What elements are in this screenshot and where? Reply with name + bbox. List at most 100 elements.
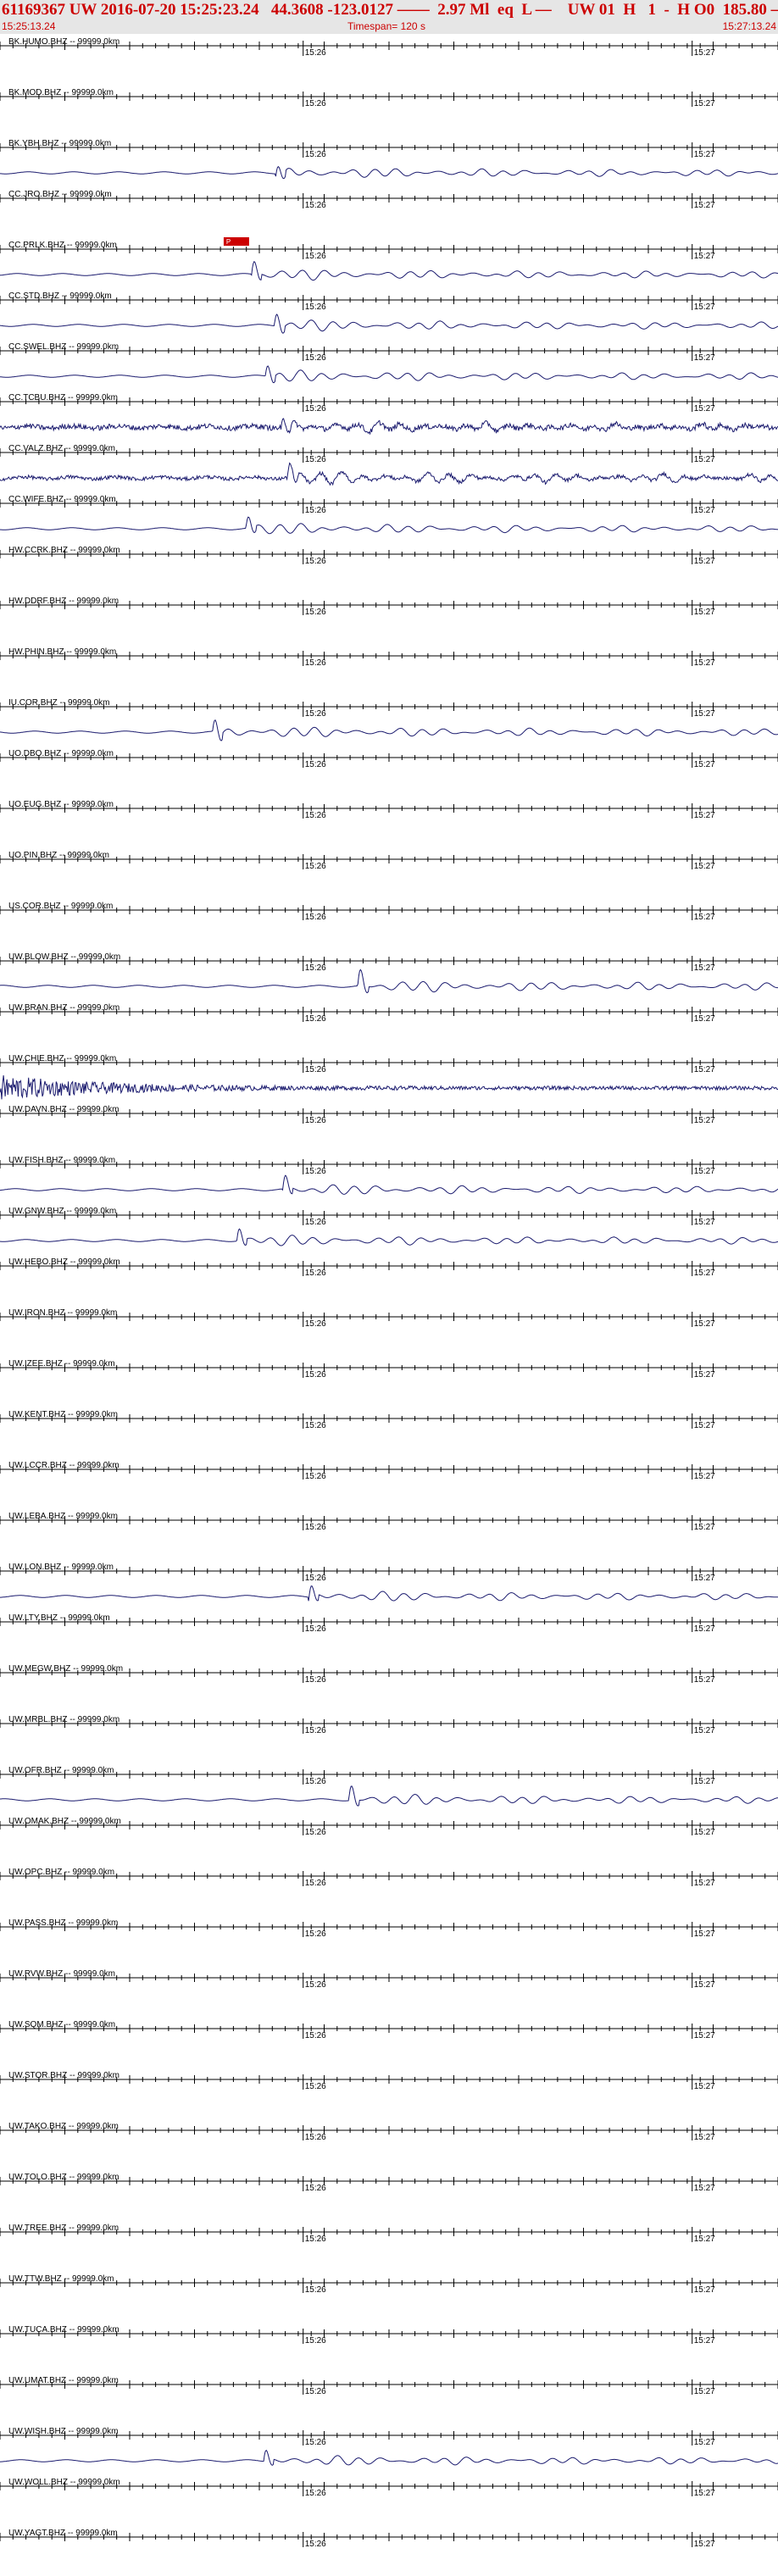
- minute-label: 15:26: [305, 963, 326, 973]
- waveform-trace: [0, 1785, 778, 1807]
- station-label: UW.TOLO.BHZ -- 99999.0km: [8, 2173, 119, 2182]
- minute-label: 15:27: [694, 1777, 715, 1786]
- minute-label: 15:26: [305, 404, 326, 414]
- station-label: UW.IZEE.BHZ -- 99999.0km: [8, 1359, 115, 1368]
- waveform-trace: [0, 1228, 778, 1246]
- minute-label: 15:27: [694, 2031, 715, 2040]
- minute-label: 15:27: [694, 1014, 715, 1024]
- station-label: UW.TAKO.BHZ -- 99999.0km: [8, 2122, 119, 2131]
- minute-label: 15:26: [305, 303, 326, 312]
- minute-label: 15:26: [305, 1167, 326, 1176]
- station-label: UW.LCCR.BHZ -- 99999.0km: [8, 1461, 119, 1470]
- minute-label: 15:26: [305, 1421, 326, 1430]
- start-time-label: 15:25:13.24: [2, 20, 56, 32]
- minute-label: 15:26: [305, 760, 326, 769]
- minute-label: 15:27: [694, 455, 715, 464]
- station-label: UW.KENT.BHZ -- 99999.0km: [8, 1410, 118, 1419]
- minute-label: 15:27: [694, 48, 715, 58]
- station-label: UW.CHIE.BHZ -- 99999.0km: [8, 1054, 116, 1063]
- minute-label: 15:26: [305, 2336, 326, 2346]
- minute-label: 15:27: [694, 760, 715, 769]
- minute-label: 15:26: [305, 1116, 326, 1125]
- minute-label: 15:26: [305, 1929, 326, 1939]
- station-label: UW.MRBL.BHZ -- 99999.0km: [8, 1715, 119, 1724]
- minute-label: 15:26: [305, 1980, 326, 1990]
- minute-label: 15:26: [305, 1319, 326, 1329]
- station-label: HW.DDRF.BHZ -- 99999.0km: [8, 597, 119, 606]
- station-label: UW.RVW.BHZ -- 99999.0km: [8, 1969, 115, 1979]
- minute-label: 15:27: [694, 2133, 715, 2142]
- station-label: UW.LEBA.BHZ -- 99999.0km: [8, 1512, 118, 1521]
- minute-label: 15:27: [694, 1624, 715, 1634]
- minute-label: 15:27: [694, 201, 715, 210]
- minute-label: 15:26: [305, 1675, 326, 1685]
- station-label: BK.HUMO.BHZ -- 99999.0km: [8, 37, 119, 47]
- waveform-trace: [0, 260, 778, 281]
- station-label: UO.PIN.BHZ -- 99999.0km: [8, 851, 109, 860]
- station-label: UW.YAGT.BHZ -- 99999.0km: [8, 2529, 118, 2538]
- minute-label: 15:27: [694, 1879, 715, 1888]
- minute-label: 15:27: [694, 303, 715, 312]
- minute-label: 15:26: [305, 2540, 326, 2549]
- minute-label: 15:26: [305, 1269, 326, 1278]
- waveform-trace: [0, 2449, 778, 2466]
- minute-label: 15:26: [305, 1828, 326, 1837]
- waveform-trace: [0, 969, 778, 994]
- station-label: UW.SQM.BHZ -- 99999.0km: [8, 2020, 115, 2029]
- waveform-trace: [0, 165, 778, 180]
- minute-label: 15:26: [305, 1014, 326, 1024]
- minute-label: 15:27: [694, 811, 715, 820]
- minute-label: 15:26: [305, 1777, 326, 1786]
- station-label: CC.PRLK.BHZ -- 99999.0km: [8, 241, 117, 250]
- minute-label: 15:27: [694, 1523, 715, 1532]
- station-label: CC.STD.BHZ -- 99999.0km: [8, 291, 112, 301]
- minute-label: 15:27: [694, 1218, 715, 1227]
- minute-label: 15:26: [305, 862, 326, 871]
- minute-label: 15:26: [305, 1065, 326, 1074]
- minute-label: 15:26: [305, 2082, 326, 2091]
- station-label: UO.EUG.BHZ -- 99999.0km: [8, 800, 114, 809]
- minute-label: 15:27: [694, 1065, 715, 1074]
- minute-label: 15:27: [694, 2540, 715, 2549]
- minute-label: 15:27: [694, 862, 715, 871]
- minute-label: 15:27: [694, 2285, 715, 2295]
- minute-label: 15:26: [305, 353, 326, 363]
- waveform-trace: [0, 418, 778, 436]
- minute-label: 15:26: [305, 252, 326, 261]
- station-label: UW.LON.BHZ -- 99999.0km: [8, 1563, 114, 1572]
- waveform-trace: [0, 719, 778, 741]
- timespan-label: Timespan= 120 s: [347, 20, 425, 32]
- minute-label: 15:27: [694, 1675, 715, 1685]
- minute-label: 15:26: [305, 608, 326, 617]
- minute-label: 15:26: [305, 1726, 326, 1735]
- station-label: HW.PHIN.BHZ -- 99999.0km: [8, 647, 116, 657]
- minute-label: 15:27: [694, 658, 715, 668]
- minute-label: 15:26: [305, 1879, 326, 1888]
- minute-label: 15:26: [305, 2387, 326, 2396]
- minute-label: 15:26: [305, 1574, 326, 1583]
- plot-header: 61169367 UW 2016-07-20 15:25:23.24 44.36…: [0, 0, 778, 34]
- waveform-trace: [0, 314, 778, 334]
- minute-label: 15:26: [305, 913, 326, 922]
- minute-label: 15:27: [694, 99, 715, 108]
- minute-label: 15:27: [694, 557, 715, 566]
- station-label: UW.IRON.BHZ -- 99999.0km: [8, 1308, 117, 1318]
- end-time-label: 15:27:13.24: [722, 20, 776, 32]
- minute-label: 15:26: [305, 2285, 326, 2295]
- minute-label: 15:26: [305, 48, 326, 58]
- station-label: BK.YBH.BHZ -- 99999.0km: [8, 139, 111, 148]
- minute-label: 15:26: [305, 150, 326, 159]
- station-label: UW.GNW.BHZ -- 99999.0km: [8, 1207, 116, 1216]
- station-label: UW.OMAK.BHZ -- 99999.0km: [8, 1817, 121, 1826]
- minute-label: 15:27: [694, 963, 715, 973]
- station-label: UW.MEGW.BHZ -- 99999.0km: [8, 1664, 123, 1674]
- waveform-trace: [0, 516, 778, 535]
- minute-label: 15:26: [305, 2489, 326, 2498]
- minute-label: 15:27: [694, 1929, 715, 1939]
- waveform-trace: [0, 462, 778, 486]
- station-label: UW.FISH.BHZ -- 99999.0km: [8, 1156, 115, 1165]
- station-label: UW.PASS.BHZ -- 99999.0km: [8, 1918, 118, 1928]
- event-title: 61169367 UW 2016-07-20 15:25:23.24 44.36…: [2, 1, 778, 19]
- minute-label: 15:27: [694, 1319, 715, 1329]
- waveform-trace: [0, 1074, 778, 1100]
